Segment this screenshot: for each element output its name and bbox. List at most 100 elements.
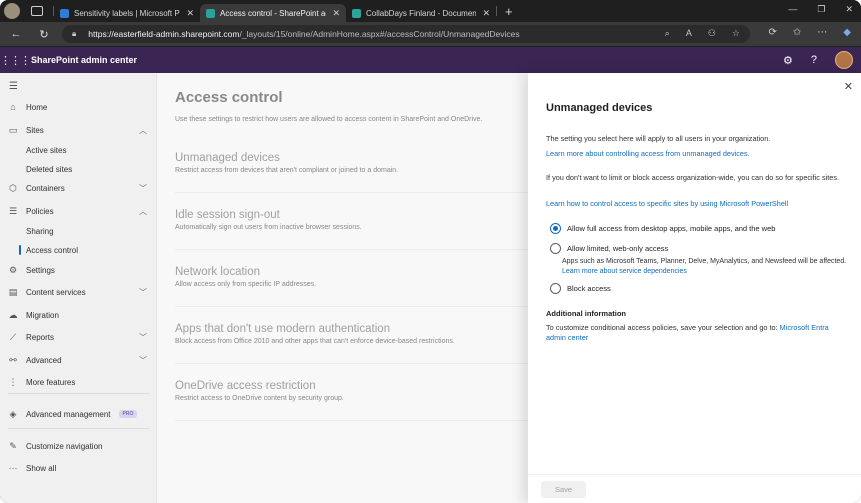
help-icon[interactable]: ? <box>811 54 817 66</box>
chevron-down-icon[interactable]: ﹀ <box>139 183 147 194</box>
close-window-icon[interactable]: ✕ <box>845 4 853 15</box>
lock-icon[interactable]: 🔒︎ <box>72 29 76 39</box>
favorite-star-icon[interactable]: ☆ <box>732 28 740 39</box>
chevron-down-icon[interactable]: ﹀ <box>139 287 147 298</box>
app-name[interactable]: SharePoint admin center <box>31 55 137 65</box>
save-button[interactable]: Save <box>541 481 586 498</box>
purview-favicon-icon <box>60 8 69 18</box>
address-bar-icons: ⌕ A ⚇ ☆ <box>665 28 740 39</box>
radio-limited-access[interactable] <box>550 243 561 254</box>
tab-collabdays[interactable]: CollabDays Finland - Documents ✕ <box>346 4 496 22</box>
refresh-icon[interactable]: ↻ <box>30 28 58 41</box>
home-icon: ⌂ <box>10 102 16 112</box>
suite-bar-actions: ⚙ ? <box>783 51 853 69</box>
ellipsis-icon: ··· <box>8 463 18 473</box>
copilot-icon[interactable]: ◆ <box>843 27 851 38</box>
nav-label: Containers <box>26 183 65 193</box>
migration-icon: ☁ <box>8 309 18 320</box>
nav-sharing[interactable]: Sharing <box>0 221 157 241</box>
chevron-down-icon[interactable]: ﹀ <box>139 355 147 366</box>
setting-idle-session[interactable]: Idle session sign-out Automatically sign… <box>175 209 528 231</box>
close-tab-icon[interactable]: ✕ <box>332 8 340 19</box>
back-icon[interactable]: ← <box>2 28 30 40</box>
zoom-icon[interactable]: ⌕ <box>665 28 670 39</box>
option-label: Allow full access from desktop apps, mob… <box>567 224 776 233</box>
option-limited-access[interactable]: Allow limited, web-only access <box>550 243 668 254</box>
window-controls: — ❐ ✕ <box>788 4 853 15</box>
nav-policies[interactable]: ☰ Policies ︿ <box>0 201 157 221</box>
setting-modern-auth[interactable]: Apps that don't use modern authenticatio… <box>175 323 528 345</box>
nav-label: Home <box>26 102 48 112</box>
nav-active-sites[interactable]: Active sites <box>0 140 157 160</box>
tab-access-control[interactable]: Access control - SharePoint admi ✕ <box>200 4 346 22</box>
read-aloud-icon[interactable]: A <box>686 28 692 39</box>
panel-intro: The setting you select here will apply t… <box>546 134 771 143</box>
restore-icon[interactable]: ❐ <box>817 4 825 15</box>
collapse-nav-icon[interactable]: ☰ <box>9 81 18 92</box>
tab-sensitivity-labels[interactable]: Sensitivity labels | Microsoft Purv ✕ <box>54 4 200 22</box>
chevron-up-icon[interactable]: ︿ <box>139 125 147 136</box>
learn-more-unmanaged-link[interactable]: Learn more about controlling access from… <box>546 149 846 159</box>
tab-strip: Sensitivity labels | Microsoft Purv ✕ Ac… <box>0 0 861 22</box>
nav-more-features[interactable]: ⋮ More features <box>0 372 157 392</box>
workspaces-icon[interactable] <box>31 6 43 16</box>
panel-title: Unmanaged devices <box>546 102 653 114</box>
nav-show-all[interactable]: ··· Show all <box>0 458 157 478</box>
advanced-icon: ⚯ <box>9 354 17 365</box>
nav-customize-navigation[interactable]: ✎ Customize navigation <box>0 436 157 456</box>
navigation-bar: ← ↻ 🔒︎ https://easterfield-admin.sharepo… <box>0 22 861 46</box>
setting-divider <box>175 420 528 421</box>
nav-access-control[interactable]: Access control <box>0 240 157 260</box>
favorites-icon[interactable]: ✩ <box>793 27 801 38</box>
chevron-up-icon[interactable]: ︿ <box>139 206 147 217</box>
nav-content-services[interactable]: ▤ Content services ﹀ <box>0 282 157 302</box>
sites-icon: ▭ <box>8 124 18 135</box>
additional-text: To customize conditional access policies… <box>546 323 778 332</box>
page-title: Access control <box>175 89 283 106</box>
nav-label: Reports <box>26 332 55 342</box>
service-dependencies-link[interactable]: Learn more about service dependencies <box>562 268 687 275</box>
nav-migration[interactable]: ☁ Migration <box>0 305 157 325</box>
nav-label: Access control <box>26 245 79 255</box>
nav-home[interactable]: ⌂ Home <box>0 97 157 117</box>
extensions-icon[interactable]: ⚇ <box>708 28 716 39</box>
option-block-access[interactable]: Block access <box>550 283 611 294</box>
setting-description: Automatically sign out users from inacti… <box>175 224 362 231</box>
nav-containers[interactable]: ⬡ Containers ﹀ <box>0 178 157 198</box>
nav-sites[interactable]: ▭ Sites ︿ <box>0 120 157 140</box>
browser-sync-icon[interactable]: ⟳ <box>769 27 777 38</box>
close-icon[interactable]: ✕ <box>844 80 853 93</box>
nav-reports[interactable]: ⟋ Reports ﹀ <box>0 327 157 347</box>
setting-title: Idle session sign-out <box>175 209 280 221</box>
nav-label: Show all <box>26 463 57 473</box>
settings-gear-icon[interactable]: ⚙ <box>783 54 793 67</box>
setting-unmanaged-devices[interactable]: Unmanaged devices Restrict access from d… <box>175 152 528 174</box>
setting-network-location[interactable]: Network location Allow access only from … <box>175 266 528 288</box>
nav-label: Policies <box>26 206 54 216</box>
app-launcher-icon[interactable]: ⋮⋮⋮ <box>0 54 31 67</box>
containers-icon: ⬡ <box>9 182 17 193</box>
nav-settings[interactable]: ⚙ Settings <box>0 260 157 280</box>
nav-deleted-sites[interactable]: Deleted sites <box>0 159 157 179</box>
profile-avatar[interactable] <box>4 3 20 19</box>
tab-title: Access control - SharePoint admi <box>220 8 327 18</box>
policies-icon: ☰ <box>8 205 18 216</box>
nav-advanced-management[interactable]: ◈ Advanced management PRO <box>0 404 157 424</box>
option-full-access[interactable]: Allow full access from desktop apps, mob… <box>550 223 775 234</box>
setting-onedrive-restriction[interactable]: OneDrive access restriction Restrict acc… <box>175 380 528 402</box>
radio-block-access[interactable] <box>550 283 561 294</box>
setting-divider <box>175 306 528 307</box>
user-avatar[interactable] <box>835 51 853 69</box>
address-bar[interactable]: 🔒︎ https://easterfield-admin.sharepoint.… <box>62 25 750 43</box>
close-tab-icon[interactable]: ✕ <box>482 8 490 19</box>
more-menu-icon[interactable]: ⋯ <box>817 27 827 38</box>
close-tab-icon[interactable]: ✕ <box>186 8 194 19</box>
minimize-icon[interactable]: — <box>788 4 797 15</box>
new-tab-icon[interactable]: + <box>505 4 513 19</box>
chevron-down-icon[interactable]: ﹀ <box>139 332 147 343</box>
powershell-link[interactable]: Learn how to control access to specific … <box>546 199 846 209</box>
nav-advanced[interactable]: ⚯ Advanced ﹀ <box>0 350 157 370</box>
nav-label: Sharing <box>26 226 54 236</box>
radio-full-access[interactable] <box>550 223 561 234</box>
nav-label: Migration <box>26 310 59 320</box>
